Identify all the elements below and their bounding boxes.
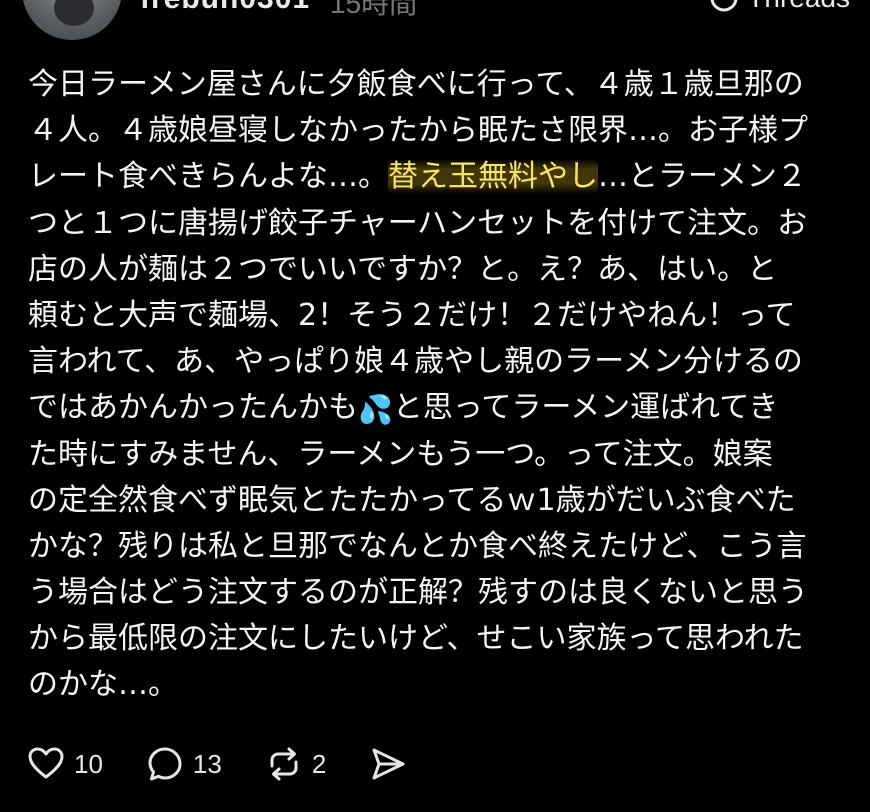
reply-count: 13 [192, 748, 222, 779]
repost-button[interactable]: 2 [264, 744, 326, 784]
threads-logo-icon [710, 0, 738, 12]
post-line: かな？残りは私と旦那でなんとか食べ終えたけど、こう言 [28, 528, 807, 564]
post-line: ４人。４歳娘昼寝しなかったから眠たさ限界…。お子様プ [28, 113, 808, 149]
post-line: 頼むと大声で麺場、2！そう２だけ！２だけやねん！って [28, 297, 796, 333]
like-button[interactable]: 10 [26, 744, 103, 784]
post-line: のかな…。 [28, 667, 178, 703]
threads-label: Threads [747, 0, 850, 14]
post-line: ではあかんかったんかも💦と思ってラーメン運ばれてき [28, 385, 850, 431]
post-line: の定全然食べず眠気とたたかってるｗ1歳がだいぶ食べた [28, 482, 796, 518]
post-header: frebun0301 15時間 Threads [0, 0, 870, 50]
highlighted-text: 替え玉無料やし [388, 159, 598, 195]
sweat-droplets-icon: 💦 [358, 393, 393, 427]
post-line: つと１つに唐揚げ餃子チャーハンセットを付けて注文。お [28, 205, 808, 241]
share-button[interactable] [368, 744, 408, 784]
like-count: 10 [74, 748, 103, 779]
send-icon [372, 748, 405, 780]
post-line: 店の人が麺は２つでいいですか？と。え？あ、はい。と [28, 251, 778, 287]
post-line: から最低限の注文にしたいけど、せこい家族って思われた [28, 621, 804, 657]
post-line: レート食べきらんよな…。替え玉無料やし…とラーメン２ [28, 159, 807, 195]
post-line: 言われて、あ、やっぱり娘４歳やし親のラーメン分けるの [28, 344, 803, 380]
action-bar: 10 13 2 [26, 742, 408, 786]
post-line: 今日ラーメン屋さんに夕飯食べに行って、４歳１歳旦那の [28, 67, 804, 102]
post-line: た時にすみません、ラーメンもう一つ。って注文。娘案 [28, 436, 773, 472]
heart-icon [28, 747, 64, 779]
reply-button[interactable]: 13 [145, 744, 222, 784]
post-text: 今日ラーメン屋さんに夕飯食べに行って、４歳１歳旦那の ４人。４歳娘昼寝しなかった… [28, 62, 850, 709]
threads-link[interactable]: Threads [709, 0, 850, 16]
repost-icon [270, 747, 298, 781]
speech-bubble-icon [148, 747, 182, 781]
repost-count: 2 [311, 748, 327, 779]
avatar[interactable] [22, 0, 122, 40]
post-line: う場合はどう注文するのが正解？残すのは良くないと思う [28, 575, 808, 611]
username[interactable]: frebun0301 [140, 0, 310, 16]
timestamp: 15時間 [330, 0, 418, 19]
